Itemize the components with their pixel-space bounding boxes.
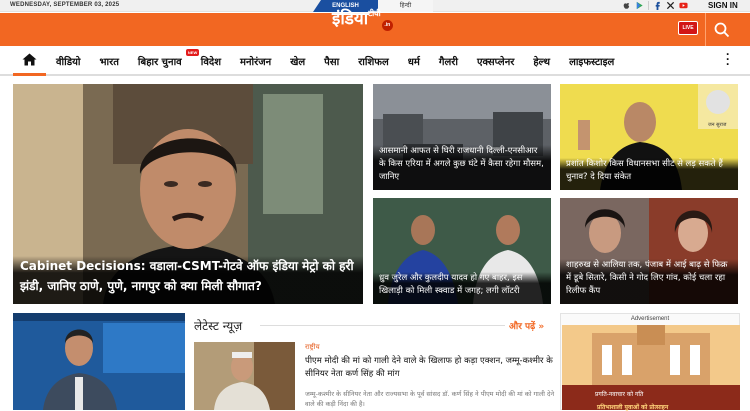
story-card[interactable]: शाहरुख से आलिया तक, पंजाब में आई बाढ़ से… <box>560 198 738 304</box>
logo-wordmark: इंडिया <box>332 9 369 29</box>
divider <box>648 1 649 10</box>
nav-item-health[interactable]: हेल्थ <box>533 54 550 68</box>
nav-item-money[interactable]: पैसा <box>324 54 339 68</box>
home-icon <box>22 53 37 66</box>
story-card[interactable]: जन सुराज प्रशांत किशोर किस विधानसभा सीट … <box>560 84 738 190</box>
nav-item-explainer[interactable]: एक्सप्लेनर <box>477 54 514 68</box>
live-tv-button[interactable]: LIVE <box>678 21 698 35</box>
nav-item-entertainment[interactable]: मनोरंजन <box>240 54 271 68</box>
social-icons <box>622 1 688 10</box>
nav-home[interactable] <box>13 46 46 76</box>
advertisement[interactable]: Advertisement प्रगति-नवाचार को गति प्रति… <box>560 313 740 411</box>
nav-item-india[interactable]: भारत <box>99 54 118 68</box>
nav-item-religion[interactable]: धर्म <box>408 54 420 68</box>
video-image <box>13 313 185 410</box>
lead-story-headline[interactable]: Cabinet Decisions: वडाला-CSMT-गेटवे ऑफ इ… <box>13 256 363 304</box>
header-divider <box>705 13 706 46</box>
news-image <box>194 342 295 410</box>
google-play-icon[interactable] <box>635 1 644 10</box>
sign-in-link[interactable]: SIGN IN <box>708 1 738 10</box>
news-category[interactable]: राष्ट्रीय <box>305 343 320 352</box>
new-badge: NEW <box>185 49 200 56</box>
news-headline[interactable]: पीएम मोदी की मां को गाली देने वाले के खि… <box>305 355 555 381</box>
story-headline[interactable]: आसमानी आफत से घिरी राजधानी दिल्ली-एनसीआर… <box>373 145 551 190</box>
section-divider <box>260 325 505 326</box>
logo-in-badge: .in <box>381 20 393 31</box>
more-menu-icon[interactable]: · · · <box>726 48 730 70</box>
lead-story-card[interactable]: Cabinet Decisions: वडाला-CSMT-गेटवे ऑफ इ… <box>13 84 363 304</box>
news-thumbnail[interactable] <box>194 342 295 410</box>
search-icon[interactable] <box>712 20 732 40</box>
thumb-overlay-text: जन सुराज <box>708 122 727 128</box>
story-card[interactable]: ध्रुव जुरेल और कुलदीप यादव हो गए बाहर, इ… <box>373 198 551 304</box>
nav-item-label: बिहार चुनाव <box>137 57 182 68</box>
news-summary: जम्मू-कश्मीर के सीनियर नेता और राज्यसभा … <box>305 390 555 408</box>
video-thumbnail[interactable] <box>13 313 185 410</box>
nav-items: वीडियो भारत बिहार चुनाव NEW विदेश मनोरंजन… <box>56 49 633 68</box>
story-headline[interactable]: ध्रुव जुरेल और कुलदीप यादव हो गए बाहर, इ… <box>373 272 551 304</box>
nav-item-world[interactable]: विदेश <box>201 54 221 68</box>
nav-item-horoscope[interactable]: राशिफल <box>358 54 389 68</box>
logo-tv-text: टीवी <box>368 9 381 18</box>
story-card[interactable]: आसमानी आफत से घिरी राजधानी दिल्ली-एनसीआर… <box>373 84 551 190</box>
apple-icon[interactable] <box>622 1 631 10</box>
latest-news-title: लेटेस्ट न्यूज़ <box>194 319 243 333</box>
facebook-icon[interactable] <box>653 1 662 10</box>
nav-item-videos[interactable]: वीडियो <box>56 54 80 68</box>
nav-item-lifestyle[interactable]: लाइफस्टाइल <box>569 54 614 68</box>
site-logo[interactable]: इंडिया टीवी .in <box>332 6 393 31</box>
current-date: WEDNESDAY, SEPTEMBER 03, 2025 <box>10 2 120 8</box>
story-headline[interactable]: शाहरुख से आलिया तक, पंजाब में आई बाढ़ से… <box>560 259 738 304</box>
x-icon[interactable] <box>666 1 675 10</box>
ad-headline: प्रगति-नवाचार को गति <box>595 391 644 398</box>
story-headline[interactable]: प्रशांत किशोर किस विधानसभा सीट से लड़ सक… <box>560 158 738 190</box>
read-more-link[interactable]: और पढ़ें » <box>509 319 544 332</box>
youtube-icon[interactable] <box>679 1 688 10</box>
nav-item-sports[interactable]: खेल <box>290 54 305 68</box>
ad-image <box>562 325 740 410</box>
main-nav: वीडियो भारत बिहार चुनाव NEW विदेश मनोरंजन… <box>0 46 750 76</box>
nav-item-bihar-elections[interactable]: बिहार चुनाव NEW <box>137 49 200 68</box>
nav-item-gallery[interactable]: गैलरी <box>439 54 458 68</box>
ad-label: Advertisement <box>630 316 670 322</box>
